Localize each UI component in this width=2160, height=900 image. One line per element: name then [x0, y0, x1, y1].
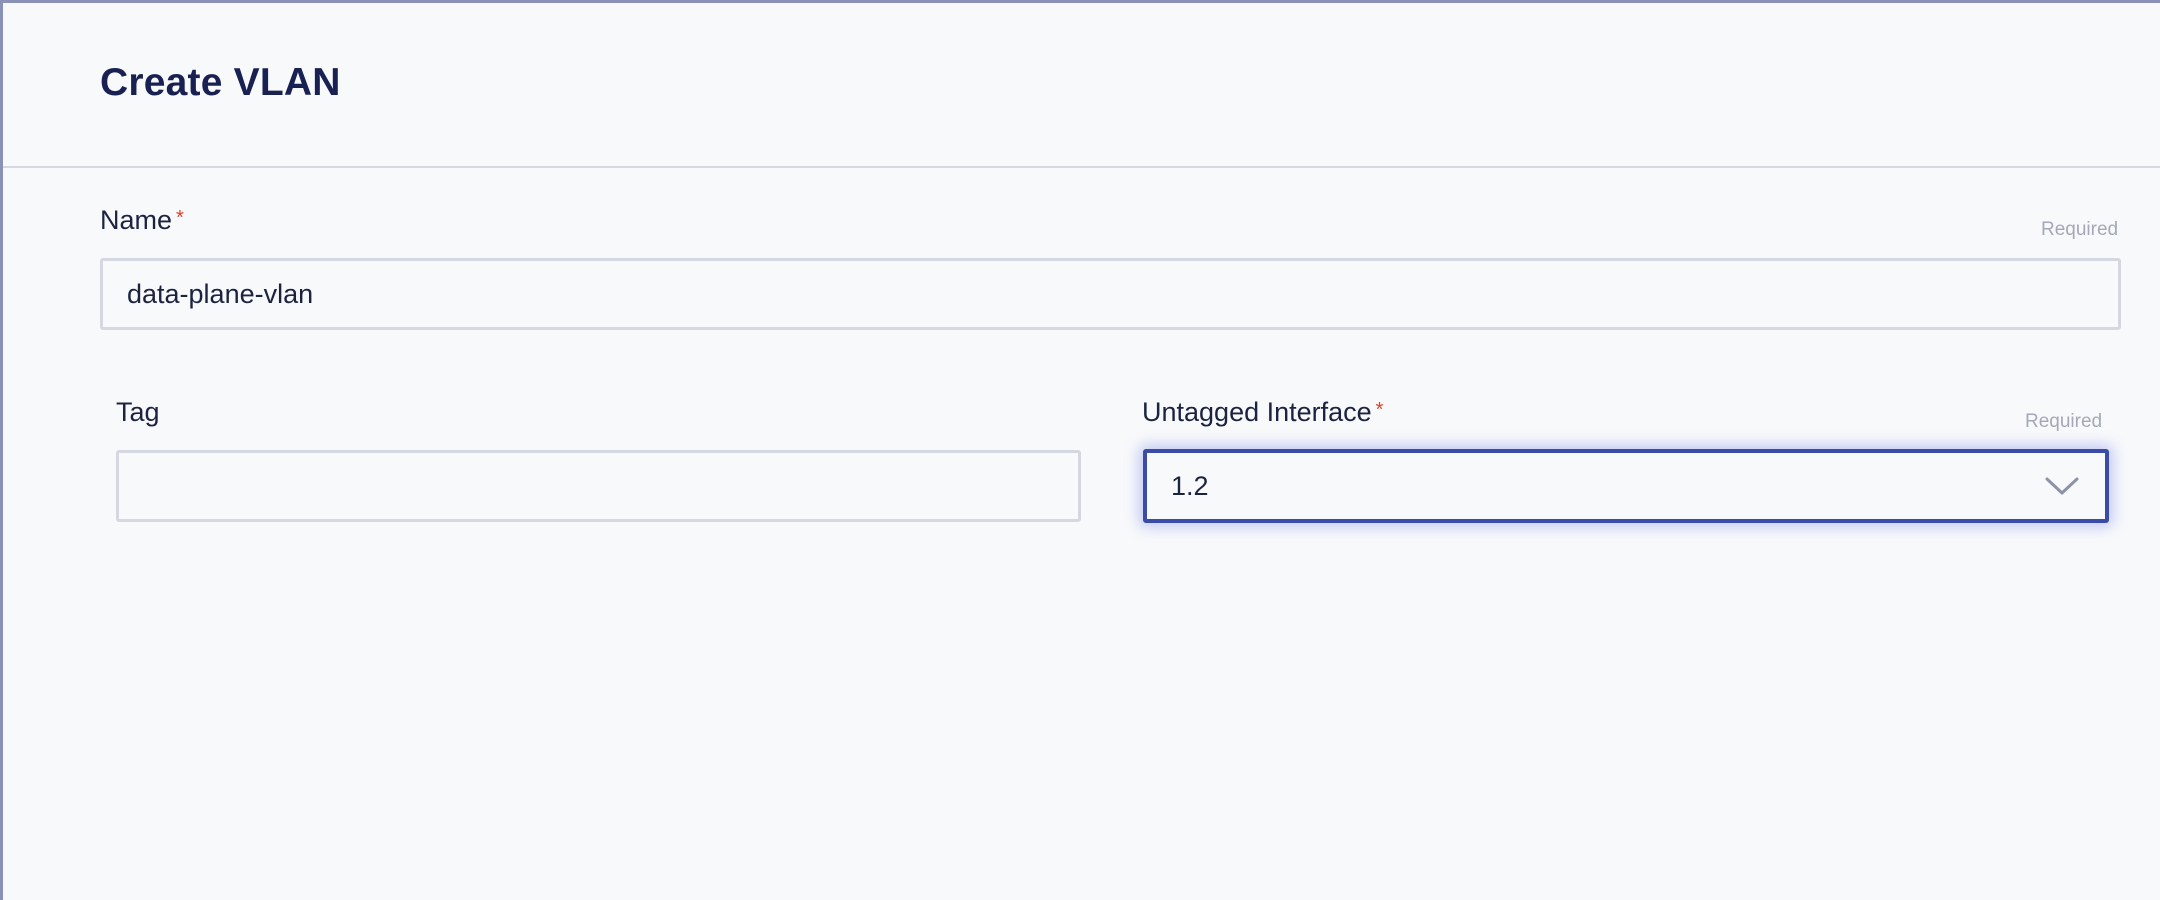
- name-input-value: data-plane-vlan: [127, 278, 314, 309]
- untagged-interface-label-text: Untagged Interface: [1142, 397, 1372, 427]
- name-required-star: *: [176, 207, 184, 229]
- untagged-interface-required-hint: Required: [2025, 411, 2103, 432]
- name-input[interactable]: data-plane-vlan: [100, 258, 2121, 330]
- name-label: Name *: [100, 205, 184, 236]
- untagged-interface-required-star: *: [1375, 399, 1384, 421]
- name-label-text: Name: [100, 205, 173, 235]
- tag-input[interactable]: [116, 450, 1081, 522]
- name-required-hint: Required: [2041, 219, 2119, 240]
- create-vlan-dialog: Create VLAN Name * Required data-plane-vl…: [0, 0, 2160, 900]
- chevron-down-icon[interactable]: [2045, 476, 2079, 496]
- untagged-interface-selected-value: 1.2: [1171, 470, 1209, 501]
- dialog-title: Create VLAN: [100, 61, 341, 104]
- dialog-header: Create VLAN: [3, 3, 2160, 168]
- untagged-interface-select[interactable]: 1.2: [1143, 449, 2109, 523]
- tag-label: Tag: [116, 397, 160, 427]
- untagged-interface-label: Untagged Interface *: [1142, 397, 1383, 428]
